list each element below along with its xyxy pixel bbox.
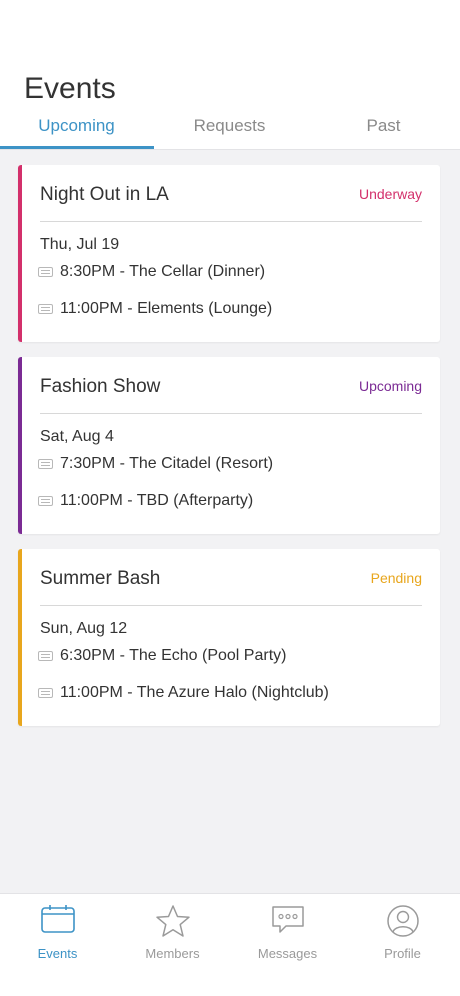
nav-label: Members	[145, 946, 200, 961]
schedule-item: 8:30PM - The Cellar (Dinner)	[38, 261, 265, 283]
status-color-bar	[18, 549, 22, 726]
schedule-item: 11:00PM - The Azure Halo (Nightclub)	[38, 682, 329, 704]
bottom-tab-bar: Events Members Messages Profile	[0, 893, 460, 996]
event-card-night-out[interactable]: Night Out in LA Underway Thu, Jul 19 8:3…	[18, 165, 440, 342]
list-icon	[38, 496, 53, 506]
divider	[40, 413, 422, 414]
active-tab-indicator	[0, 146, 154, 149]
nav-members[interactable]: Members	[115, 904, 230, 964]
list-icon	[38, 304, 53, 314]
calendar-icon	[41, 905, 75, 933]
event-card-fashion-show[interactable]: Fashion Show Upcoming Sat, Aug 4 7:30PM …	[18, 357, 440, 534]
schedule-item-text: 11:00PM - TBD (Afterparty)	[60, 492, 254, 509]
tab-requests[interactable]: Requests	[153, 116, 306, 136]
schedule-item-text: 7:30PM - The Citadel (Resort)	[60, 455, 274, 472]
chat-icon	[272, 906, 304, 933]
user-icon	[387, 905, 419, 937]
event-title: Summer Bash	[40, 568, 161, 589]
event-card-summer-bash[interactable]: Summer Bash Pending Sun, Aug 12 6:30PM -…	[18, 549, 440, 726]
schedule-item-text: 6:30PM - The Echo (Pool Party)	[60, 647, 287, 664]
status-badge: Underway	[358, 186, 422, 202]
nav-label: Profile	[384, 946, 421, 961]
list-icon	[38, 267, 53, 277]
schedule-item-text: 11:00PM - The Azure Halo (Nightclub)	[60, 684, 329, 701]
list-icon	[38, 688, 53, 698]
schedule-item: 7:30PM - The Citadel (Resort)	[38, 453, 273, 475]
schedule-item: 11:00PM - Elements (Lounge)	[38, 298, 272, 320]
divider	[40, 221, 422, 222]
star-icon	[156, 905, 190, 937]
list-icon	[38, 651, 53, 661]
nav-label: Messages	[257, 946, 318, 961]
event-title: Night Out in LA	[40, 184, 169, 205]
list-icon	[38, 459, 53, 469]
event-title: Fashion Show	[40, 376, 161, 397]
page-title: Events	[24, 72, 116, 105]
nav-profile[interactable]: Profile	[345, 904, 460, 964]
tab-upcoming[interactable]: Upcoming	[0, 116, 153, 136]
status-color-bar	[18, 357, 22, 534]
tab-past[interactable]: Past	[307, 116, 460, 136]
nav-label: Events	[37, 946, 78, 961]
schedule-item: 11:00PM - TBD (Afterparty)	[38, 490, 253, 512]
event-date: Sat, Aug 4	[40, 428, 114, 445]
event-date: Sun, Aug 12	[40, 620, 128, 637]
status-badge: Pending	[370, 570, 422, 586]
nav-events[interactable]: Events	[0, 904, 115, 964]
event-date: Thu, Jul 19	[40, 236, 120, 253]
schedule-item: 6:30PM - The Echo (Pool Party)	[38, 645, 286, 667]
schedule-item-text: 8:30PM - The Cellar (Dinner)	[60, 263, 266, 280]
status-color-bar	[18, 165, 22, 342]
schedule-item-text: 11:00PM - Elements (Lounge)	[60, 300, 273, 317]
nav-messages[interactable]: Messages	[230, 904, 345, 964]
status-badge: Upcoming	[358, 378, 422, 394]
header: Events Upcoming Requests Past	[0, 0, 460, 150]
divider	[40, 605, 422, 606]
